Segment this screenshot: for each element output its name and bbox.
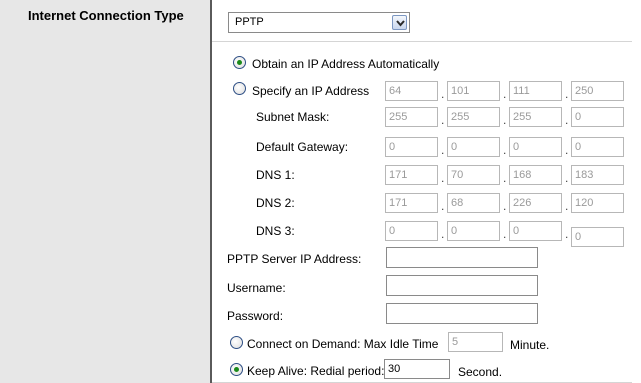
subnet-octet-1[interactable]: 255 bbox=[385, 107, 438, 127]
dns2-octet-3[interactable]: 226 bbox=[509, 193, 562, 213]
octet-separator: . bbox=[441, 227, 445, 241]
redial-period-input[interactable]: 30 bbox=[384, 359, 450, 379]
octet-separator: . bbox=[565, 87, 569, 101]
octet-separator: . bbox=[503, 171, 507, 185]
octet-separator: . bbox=[441, 113, 445, 127]
subnet-octet-3[interactable]: 255 bbox=[509, 107, 562, 127]
obtain-ip-auto-radio[interactable] bbox=[233, 56, 246, 69]
dns2-octet-2[interactable]: 68 bbox=[447, 193, 500, 213]
pptp-server-input[interactable] bbox=[386, 247, 538, 268]
octet-separator: . bbox=[503, 143, 507, 157]
octet-separator: . bbox=[441, 143, 445, 157]
gateway-octet-2[interactable]: 0 bbox=[447, 137, 500, 157]
pptp-server-label: PPTP Server IP Address: bbox=[227, 252, 362, 266]
gateway-octet-1[interactable]: 0 bbox=[385, 137, 438, 157]
max-idle-time-input[interactable]: 5 bbox=[448, 332, 503, 352]
dns1-octet-1[interactable]: 171 bbox=[385, 165, 438, 185]
connection-type-select[interactable]: PPTP bbox=[228, 12, 410, 33]
redial-period-unit: Second. bbox=[458, 365, 503, 379]
keep-alive-label: Keep Alive: Redial period: bbox=[247, 364, 385, 378]
octet-separator: . bbox=[565, 171, 569, 185]
gateway-octet-3[interactable]: 0 bbox=[509, 137, 562, 157]
keep-alive-radio[interactable] bbox=[230, 363, 243, 376]
dns2-octet-4[interactable]: 120 bbox=[571, 193, 624, 213]
connection-type-value: PPTP bbox=[235, 16, 264, 28]
obtain-ip-auto-label: Obtain an IP Address Automatically bbox=[252, 57, 440, 71]
section-title: Internet Connection Type bbox=[28, 8, 184, 23]
octet-separator: . bbox=[441, 171, 445, 185]
connect-on-demand-label: Connect on Demand: Max Idle Time bbox=[247, 337, 439, 351]
section-sidebar: Internet Connection Type bbox=[0, 0, 210, 383]
octet-separator: . bbox=[565, 113, 569, 127]
subnet-octet-2[interactable]: 255 bbox=[447, 107, 500, 127]
ip-octet-3[interactable]: 111 bbox=[509, 81, 562, 101]
dns1-octet-4[interactable]: 183 bbox=[571, 165, 624, 185]
octet-separator: . bbox=[441, 87, 445, 101]
octet-separator: . bbox=[565, 143, 569, 157]
username-label: Username: bbox=[227, 281, 286, 295]
octet-separator: . bbox=[503, 199, 507, 213]
dns1-label: DNS 1: bbox=[256, 168, 295, 182]
dns3-octet-1[interactable]: 0 bbox=[385, 221, 438, 241]
octet-separator: . bbox=[503, 87, 507, 101]
chevron-down-icon[interactable] bbox=[392, 15, 407, 30]
subnet-octet-4[interactable]: 0 bbox=[571, 107, 624, 127]
dns1-octet-3[interactable]: 168 bbox=[509, 165, 562, 185]
connect-on-demand-radio[interactable] bbox=[230, 336, 243, 349]
dns3-label: DNS 3: bbox=[256, 224, 295, 238]
specify-ip-radio[interactable] bbox=[233, 82, 246, 95]
gateway-octet-4[interactable]: 0 bbox=[571, 137, 624, 157]
octet-separator: . bbox=[503, 113, 507, 127]
password-label: Password: bbox=[227, 309, 284, 323]
subnet-mask-label: Subnet Mask: bbox=[256, 110, 330, 124]
specify-ip-label: Specify an IP Address bbox=[252, 84, 370, 98]
dns3-octet-2[interactable]: 0 bbox=[447, 221, 500, 241]
octet-separator: . bbox=[565, 199, 569, 213]
ip-octet-1[interactable]: 64 bbox=[385, 81, 438, 101]
dns3-octet-3[interactable]: 0 bbox=[509, 221, 562, 241]
default-gateway-label: Default Gateway: bbox=[256, 140, 349, 154]
octet-separator: . bbox=[565, 227, 569, 241]
dns3-octet-4[interactable]: 0 bbox=[571, 227, 624, 247]
dns2-octet-1[interactable]: 171 bbox=[385, 193, 438, 213]
separator-line bbox=[212, 41, 632, 42]
octet-separator: . bbox=[441, 199, 445, 213]
username-input[interactable] bbox=[386, 275, 538, 296]
password-input[interactable] bbox=[386, 303, 538, 324]
idle-time-unit: Minute. bbox=[510, 338, 550, 352]
octet-separator: . bbox=[503, 227, 507, 241]
ip-octet-2[interactable]: 101 bbox=[447, 81, 500, 101]
ip-octet-4[interactable]: 250 bbox=[571, 81, 624, 101]
dns2-label: DNS 2: bbox=[256, 196, 295, 210]
dns1-octet-2[interactable]: 70 bbox=[447, 165, 500, 185]
